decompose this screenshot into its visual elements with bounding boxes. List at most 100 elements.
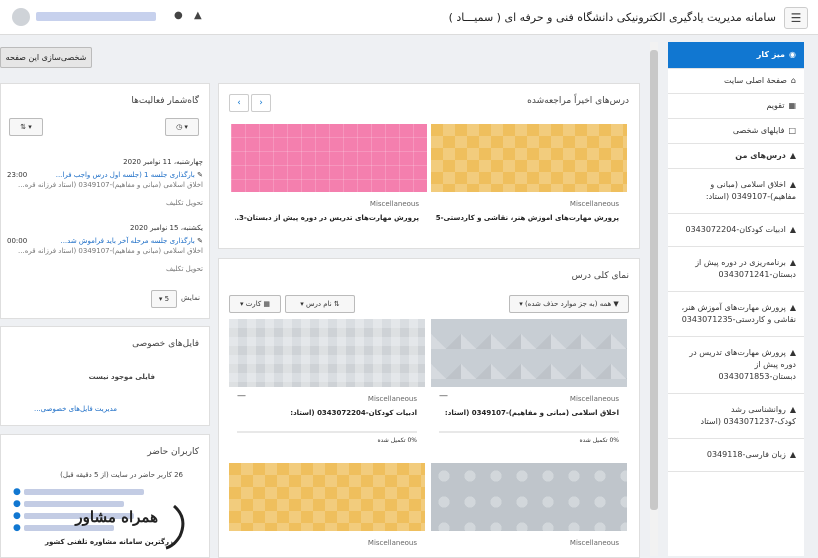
- show-count-dropdown[interactable]: ▾ 5: [151, 290, 177, 308]
- course-card[interactable]: Miscellaneous: [229, 463, 425, 557]
- nav-item-private-files[interactable]: □فایلهای شخصی: [668, 119, 804, 144]
- user-link[interactable]: [23, 488, 144, 495]
- course-card[interactable]: Miscellaneous — اخلاق اسلامی (مبانی و مف…: [431, 319, 627, 449]
- block-title: فایل‌های خصوصی: [132, 339, 199, 349]
- assignment-icon: ✎: [197, 171, 203, 179]
- home-icon: ⌂: [790, 76, 796, 85]
- customize-page-button[interactable]: شخصی‌سازی این صفحه: [0, 47, 92, 68]
- private-files-block: فایل‌های خصوصی فایلی موجود نیست مدیریت ف…: [0, 326, 210, 426]
- timeline-event[interactable]: ✎ بارگذاری جلسه مرحله آخر باید فراموش شد…: [7, 236, 203, 274]
- graduation-cap-icon: ▲: [789, 151, 796, 160]
- course-image: [431, 124, 627, 192]
- timeline-filter-dropdown[interactable]: ◷ ▾: [165, 118, 199, 136]
- show-label: نمایش: [181, 294, 201, 302]
- next-button[interactable]: ›: [251, 94, 271, 112]
- graduation-cap-icon: ▲: [789, 348, 796, 357]
- prev-button[interactable]: ‹: [229, 94, 249, 112]
- event-course: اخلاق اسلامی (مبانی و مفاهیم)-0349107 (ا…: [18, 247, 203, 255]
- course-overview-block: نمای کلی درس ▾ همه (به جز موارد حذف شده)…: [218, 258, 640, 558]
- menu-toggle-button[interactable]: ☰: [784, 7, 808, 29]
- course-category: Miscellaneous: [367, 395, 417, 403]
- nav-item-course[interactable]: ▲پرورش مهارت‌های تدریس در دوره پیش از دب…: [668, 337, 804, 394]
- course-image: [431, 463, 627, 531]
- filter-icon: ▼: [613, 300, 619, 308]
- graduation-cap-icon: ▲: [789, 180, 796, 189]
- course-card[interactable]: Miscellaneous: [431, 463, 627, 557]
- event-action[interactable]: تحویل تکلیف: [7, 198, 203, 208]
- progress-text: 0% تکمیل شده: [579, 437, 619, 444]
- view-dropdown[interactable]: ▾ کارت ▦: [229, 295, 281, 313]
- event-title[interactable]: بارگذاری جلسه 1 (جلسه اول درس واجب فرا..…: [56, 171, 195, 179]
- event-course: اخلاق اسلامی (مبانی و مفاهیم)-0349107 (ا…: [18, 181, 203, 189]
- graduation-cap-icon: ▲: [789, 225, 796, 234]
- graduation-cap-icon: ▲: [789, 303, 796, 312]
- list-item[interactable]: ●: [13, 487, 193, 499]
- site-title[interactable]: سامانه مدیریت یادگیری الکترونیکی دانشگاه…: [449, 11, 776, 24]
- course-card[interactable]: Miscellaneous — ادبیات کودکان-0343072204…: [229, 319, 425, 449]
- recent-course-card[interactable]: Miscellaneous پرورش مهارت‌های آموزش هنر،…: [431, 124, 627, 236]
- clock-icon: ◷: [176, 123, 183, 131]
- manage-files-link[interactable]: مدیریت فایل‌های خصوصی...: [34, 405, 117, 413]
- hamburger-icon: ☰: [790, 11, 802, 25]
- progress-bar: [237, 431, 417, 433]
- calendar-icon: ▦: [788, 101, 796, 110]
- filter-dropdown[interactable]: ▾ همه (به جز موارد حذف شده) ▼: [509, 295, 629, 313]
- nav-item-course[interactable]: ▲ادبیات کودکان-0343072204: [668, 214, 804, 247]
- course-image: [229, 319, 425, 387]
- graduation-cap-icon: ▲: [789, 405, 796, 414]
- timeline-date: چهارشنبه، 11 نوامبر 2020: [123, 158, 203, 166]
- more-actions-icon[interactable]: —: [439, 391, 448, 401]
- event-action[interactable]: تحویل تکلیف: [7, 264, 203, 274]
- watermark-logo: همراه مشاور بزرگترین سامانه مشاوره تلفنی…: [6, 500, 206, 554]
- nav-item-course[interactable]: ▲روانشناسی رشد کودک-0343071237 (استاد: [668, 394, 804, 439]
- course-image: [229, 463, 425, 531]
- recent-courses-block: درس‌های اخیراً مراجعه‌شده ‹ › Miscellane…: [218, 83, 640, 249]
- graduation-cap-icon: ▲: [789, 258, 796, 267]
- sort-dropdown[interactable]: ▾ نام درس ⇅: [285, 295, 355, 313]
- course-name[interactable]: ادبیات کودکان-0343072204 (استاد:: [233, 409, 417, 417]
- assignment-icon: ✎: [197, 237, 203, 245]
- recent-course-card[interactable]: Miscellaneous پرورش مهارت‌های تدریس در د…: [231, 124, 427, 236]
- no-files-text: فایلی موجود نیست: [88, 373, 155, 381]
- eye-icon: ●: [13, 487, 21, 497]
- course-category: Miscellaneous: [369, 200, 419, 208]
- timeline-event[interactable]: ✎ بارگذاری جلسه 1 (جلسه اول درس واجب فرا…: [7, 170, 203, 208]
- online-users-summary: 26 کاربر حاضر در سایت (از 5 دقیقه قبل): [60, 471, 183, 479]
- course-category: Miscellaneous: [569, 395, 619, 403]
- watermark-name: همراه مشاور: [75, 508, 158, 526]
- chat-icon[interactable]: ●: [174, 10, 183, 21]
- watermark-tagline: بزرگترین سامانه مشاوره تلفنی کشور: [45, 538, 176, 546]
- timeline-sort-dropdown[interactable]: ⇅ ▾: [9, 118, 43, 136]
- nav-item-course[interactable]: ▲پرورش مهارت‌های آموزش هنر، نقاشی و کارد…: [668, 292, 804, 337]
- nav-drawer: ◉میز کار ⌂صفحهٔ اصلی سایت ▦تقویم □فایلها…: [668, 42, 804, 556]
- file-icon: □: [788, 126, 796, 135]
- timeline-date: یکشنبه، 15 نوامبر 2020: [130, 224, 203, 232]
- nav-item-calendar[interactable]: ▦تقویم: [668, 94, 804, 119]
- page-scrollbar[interactable]: [650, 42, 658, 556]
- more-actions-icon[interactable]: —: [237, 391, 246, 401]
- nav-item-course[interactable]: ▲اخلاق اسلامی (مبانی و مفاهیم)-0349107 (…: [668, 169, 804, 214]
- nav-item-my-courses[interactable]: ▲درس‌های من: [668, 144, 804, 169]
- grid-icon: ▦: [263, 300, 271, 308]
- bell-icon[interactable]: ▲: [194, 10, 202, 21]
- nav-item-dashboard[interactable]: ◉میز کار: [668, 42, 804, 69]
- user-name[interactable]: [36, 12, 156, 21]
- course-category: Miscellaneous: [569, 539, 619, 547]
- course-name[interactable]: پرورش مهارت‌های آموزش هنر، نقاشی و کاردس…: [435, 214, 619, 222]
- course-name[interactable]: پرورش مهارت‌های تدریس در دوره پیش از دبس…: [235, 214, 419, 222]
- event-title[interactable]: بارگذاری جلسه مرحله آخر باید فراموش شد..…: [60, 237, 194, 245]
- event-time: 23:00: [7, 171, 28, 179]
- block-title: گاه‌شمار فعالیت‌ها: [131, 96, 199, 106]
- nav-item-home[interactable]: ⌂صفحهٔ اصلی سایت: [668, 69, 804, 94]
- course-category: Miscellaneous: [367, 539, 417, 547]
- course-category: Miscellaneous: [569, 200, 619, 208]
- sort-icon: ⇅: [20, 123, 27, 131]
- sort-icon: ⇅: [333, 300, 340, 308]
- avatar[interactable]: [12, 8, 30, 26]
- course-name[interactable]: اخلاق اسلامی (مبانی و مفاهیم)-0349107 (ا…: [435, 409, 619, 417]
- nav-item-course[interactable]: ▲زبان فارسی-0349118: [668, 439, 804, 472]
- course-image: [231, 124, 427, 192]
- block-title: نمای کلی درس: [571, 271, 629, 281]
- nav-item-course[interactable]: ▲برنامه‌ریزی در دوره پیش از دبستان-03430…: [668, 247, 804, 292]
- scrollbar-thumb[interactable]: [650, 50, 658, 510]
